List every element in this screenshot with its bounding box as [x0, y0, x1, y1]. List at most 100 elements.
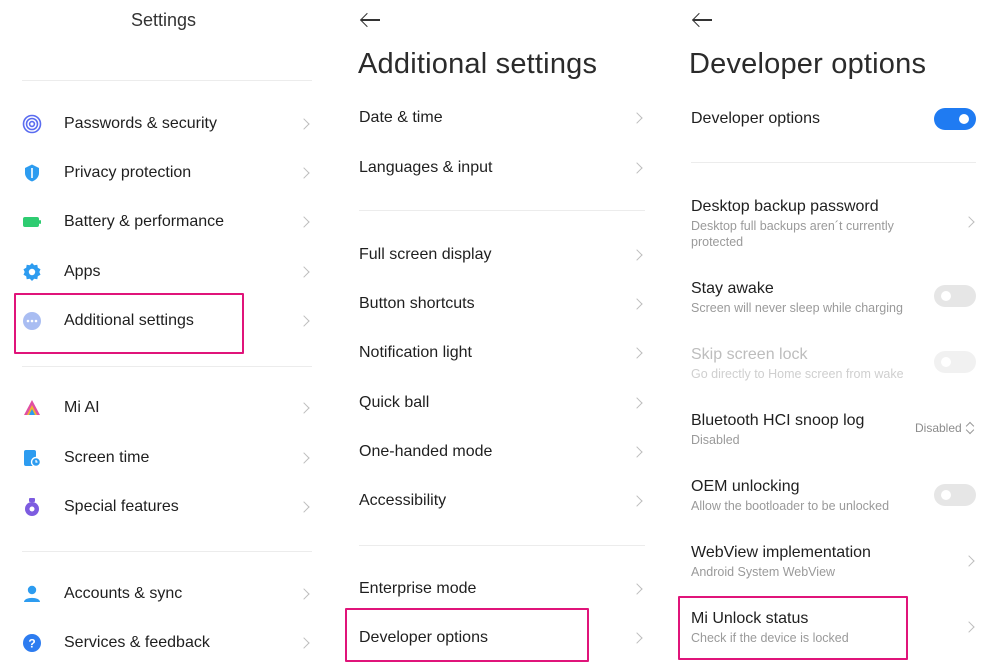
additional-item-button-shortcuts[interactable]: Button shortcuts: [330, 284, 663, 324]
page-title: Developer options: [689, 48, 927, 80]
chevron-right-icon: [298, 167, 310, 179]
item-subtitle: Screen will never sleep while charging: [691, 301, 903, 315]
chevron-right-icon: [298, 216, 310, 228]
back-arrow-icon[interactable]: [691, 12, 714, 28]
chevron-right-icon: [631, 446, 643, 458]
chevron-right-icon: [298, 452, 310, 464]
settings-item-mi-ai[interactable]: Mi AI: [0, 388, 330, 428]
chevron-right-icon: [298, 315, 310, 327]
chevron-right-icon: [631, 298, 643, 310]
divider: [359, 210, 645, 211]
additional-item-accessibility[interactable]: Accessibility: [330, 481, 663, 521]
settings-item-label: Apps: [64, 263, 101, 280]
settings-item-accounts-sync[interactable]: Accounts & sync: [0, 574, 330, 614]
list-item-label: One-handed mode: [359, 443, 493, 460]
dev-item-desktop-backup-password[interactable]: Desktop backup password Desktop full bac…: [691, 197, 931, 250]
settings-item-label: Accounts & sync: [64, 585, 183, 602]
additional-item-languages-input[interactable]: Languages & input: [330, 148, 663, 188]
settings-item-label: Mi AI: [64, 399, 100, 416]
settings-item-label: Special features: [64, 498, 179, 515]
highlight-box: [345, 608, 589, 662]
highlight-box: [678, 596, 908, 660]
chevron-right-icon: [298, 637, 310, 649]
chevron-right-icon: [631, 249, 643, 261]
page-title: Settings: [130, 10, 197, 30]
item-title: Bluetooth HCI snoop log: [691, 412, 865, 429]
list-item-label: Enterprise mode: [359, 580, 477, 597]
list-item-label: Button shortcuts: [359, 295, 475, 312]
item-title: Desktop backup password: [691, 198, 879, 215]
chevron-right-icon: [631, 347, 643, 359]
settings-item-passwords-security[interactable]: Passwords & security: [0, 104, 330, 144]
settings-item-label: Privacy protection: [64, 164, 192, 181]
settings-item-services-feedback[interactable]: ? Services & feedback: [0, 623, 330, 663]
chevron-right-icon: [298, 266, 310, 278]
page-title: Additional settings: [358, 48, 598, 80]
additional-item-one-handed-mode[interactable]: One-handed mode: [330, 432, 663, 472]
item-subtitle: Android System WebView: [691, 565, 836, 579]
settings-item-label: Passwords & security: [64, 115, 217, 132]
list-item-label: Date & time: [359, 109, 443, 126]
screen-time-icon: [22, 448, 42, 468]
special-features-icon: [22, 497, 42, 517]
bluetooth-hci-select[interactable]: Disabled: [915, 421, 974, 435]
chevron-right-icon: [298, 588, 310, 600]
developer-options-toggle[interactable]: [934, 108, 976, 130]
dev-item-bluetooth-hci-snoop-log[interactable]: Bluetooth HCI snoop log Disabled: [691, 411, 911, 448]
skip-screen-lock-toggle: [934, 351, 976, 373]
settings-item-apps[interactable]: Apps: [0, 252, 330, 292]
list-item-label: Notification light: [359, 344, 472, 361]
divider: [359, 545, 645, 546]
person-icon: [22, 584, 42, 604]
dev-item-oem-unlocking[interactable]: OEM unlocking Allow the bootloader to be…: [691, 477, 931, 514]
additional-item-enterprise-mode[interactable]: Enterprise mode: [330, 569, 663, 609]
highlight-box: [14, 293, 244, 354]
divider: [22, 80, 312, 81]
additional-item-date-time[interactable]: Date & time: [330, 98, 663, 138]
settings-item-special-features[interactable]: Special features: [0, 487, 330, 527]
item-title: Stay awake: [691, 280, 774, 297]
chevron-right-icon: [298, 402, 310, 414]
chevron-right-icon: [631, 495, 643, 507]
chevron-right-icon: [963, 555, 975, 567]
chevron-right-icon: [963, 621, 975, 633]
chevron-right-icon: [298, 118, 310, 130]
chevron-right-icon: [298, 501, 310, 513]
select-value: Disabled: [915, 421, 962, 435]
settings-panel: Settings Passwords & security Privacy pr…: [0, 0, 330, 666]
chevron-right-icon: [631, 397, 643, 409]
fingerprint-icon: [22, 114, 42, 134]
master-toggle-label: Developer options: [691, 110, 820, 127]
settings-item-battery-performance[interactable]: Battery & performance: [0, 202, 330, 242]
mi-ai-icon: [22, 398, 42, 418]
additional-item-full-screen-display[interactable]: Full screen display: [330, 235, 663, 275]
gear-icon: [22, 262, 42, 282]
additional-item-notification-light[interactable]: Notification light: [330, 333, 663, 373]
item-subtitle: Go directly to Home screen from wake: [691, 367, 904, 381]
item-subtitle: Allow the bootloader to be unlocked: [691, 499, 890, 513]
stay-awake-toggle[interactable]: [934, 285, 976, 307]
divider: [22, 366, 312, 367]
chevron-right-icon: [963, 216, 975, 228]
item-subtitle: Desktop full backups aren´t currently pr…: [691, 219, 894, 249]
additional-settings-panel: Additional settings Date & time Language…: [330, 0, 663, 666]
item-subtitle: Disabled: [691, 433, 740, 447]
help-icon: ?: [22, 633, 42, 653]
settings-item-screen-time[interactable]: Screen time: [0, 438, 330, 478]
settings-item-label: Battery & performance: [64, 213, 225, 230]
chevron-right-icon: [631, 162, 643, 174]
additional-item-quick-ball[interactable]: Quick ball: [330, 383, 663, 423]
oem-unlocking-toggle[interactable]: [934, 484, 976, 506]
divider: [22, 551, 312, 552]
dev-item-webview-implementation[interactable]: WebView implementation Android System We…: [691, 543, 931, 580]
dev-item-stay-awake[interactable]: Stay awake Screen will never sleep while…: [691, 279, 931, 316]
svg-text:?: ?: [28, 637, 35, 651]
back-arrow-icon[interactable]: [359, 12, 382, 28]
dev-item-skip-screen-lock: Skip screen lock Go directly to Home scr…: [691, 345, 931, 382]
developer-options-master-row[interactable]: Developer options: [663, 99, 1000, 139]
settings-item-privacy-protection[interactable]: Privacy protection: [0, 153, 330, 193]
divider: [691, 162, 976, 163]
item-title: WebView implementation: [691, 544, 871, 561]
item-title: OEM unlocking: [691, 478, 800, 495]
chevron-right-icon: [631, 632, 643, 644]
